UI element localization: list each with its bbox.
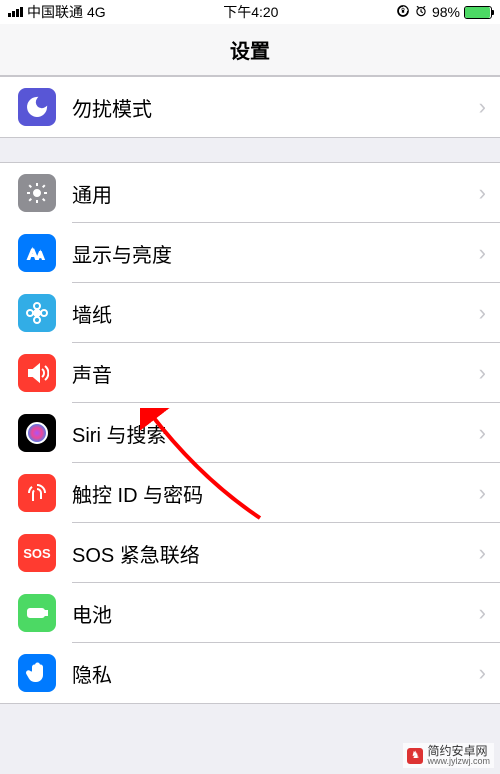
- fingerprint-icon: [18, 474, 56, 512]
- text-size-icon: AA: [18, 234, 56, 272]
- row-dnd[interactable]: 勿扰模式 ›: [0, 77, 500, 137]
- hand-icon: [18, 654, 56, 692]
- gear-icon: [18, 174, 56, 212]
- row-label: 隐私: [72, 659, 479, 688]
- battery-icon: [18, 594, 56, 632]
- chevron-right-icon: ›: [479, 600, 486, 626]
- lock-icon: [396, 4, 410, 21]
- row-wallpaper[interactable]: 墙纸 ›: [0, 283, 500, 343]
- chevron-right-icon: ›: [479, 420, 486, 446]
- watermark-url: www.jylzwj.com: [427, 757, 490, 766]
- row-label: 墙纸: [72, 299, 479, 328]
- row-battery[interactable]: 电池 ›: [0, 583, 500, 643]
- row-touchid[interactable]: 触控 ID 与密码 ›: [0, 463, 500, 523]
- chevron-right-icon: ›: [479, 240, 486, 266]
- row-sos[interactable]: SOS SOS 紧急联络 ›: [0, 523, 500, 583]
- row-display[interactable]: AA 显示与亮度 ›: [0, 223, 500, 283]
- row-label: SOS 紧急联络: [72, 539, 479, 568]
- row-privacy[interactable]: 隐私 ›: [0, 643, 500, 703]
- sos-icon: SOS: [18, 534, 56, 572]
- row-label: 电池: [72, 599, 479, 628]
- android-icon: ♞: [407, 748, 423, 764]
- chevron-right-icon: ›: [479, 480, 486, 506]
- chevron-right-icon: ›: [479, 180, 486, 206]
- svg-text:A: A: [37, 251, 44, 262]
- row-label: 声音: [72, 359, 479, 388]
- battery-icon: [464, 6, 492, 19]
- row-sound[interactable]: 声音 ›: [0, 343, 500, 403]
- clock: 下午4:20: [223, 2, 278, 22]
- row-label: 触控 ID 与密码: [72, 479, 479, 508]
- status-bar: 中国联通 4G 下午4:20 98%: [0, 0, 500, 24]
- row-label: 显示与亮度: [72, 239, 479, 268]
- row-label: 通用: [72, 179, 479, 208]
- chevron-right-icon: ›: [479, 300, 486, 326]
- watermark: ♞ 简约安卓网 www.jylzwj.com: [403, 743, 494, 768]
- chevron-right-icon: ›: [479, 540, 486, 566]
- row-label: 勿扰模式: [72, 93, 479, 122]
- chevron-right-icon: ›: [479, 360, 486, 386]
- speaker-icon: [18, 354, 56, 392]
- battery-pct: 98%: [432, 4, 460, 20]
- row-siri[interactable]: Siri 与搜索 ›: [0, 403, 500, 463]
- moon-icon: [18, 88, 56, 126]
- row-general[interactable]: 通用 ›: [0, 163, 500, 223]
- svg-text:SOS: SOS: [23, 546, 51, 561]
- row-label: Siri 与搜索: [72, 419, 479, 448]
- siri-icon: [18, 414, 56, 452]
- settings-group: 通用 › AA 显示与亮度 › 墙纸 › 声音 › Siri 与搜索 › 触控 …: [0, 162, 500, 704]
- page-title: 设置: [230, 35, 270, 64]
- network-label: 4G: [87, 4, 106, 20]
- chevron-right-icon: ›: [479, 660, 486, 686]
- settings-group: 勿扰模式 ›: [0, 76, 500, 138]
- chevron-right-icon: ›: [479, 94, 486, 120]
- carrier-label: 中国联通: [27, 2, 83, 22]
- alarm-icon: [414, 4, 428, 21]
- nav-header: 设置: [0, 24, 500, 76]
- flower-icon: [18, 294, 56, 332]
- signal-icon: [8, 7, 23, 17]
